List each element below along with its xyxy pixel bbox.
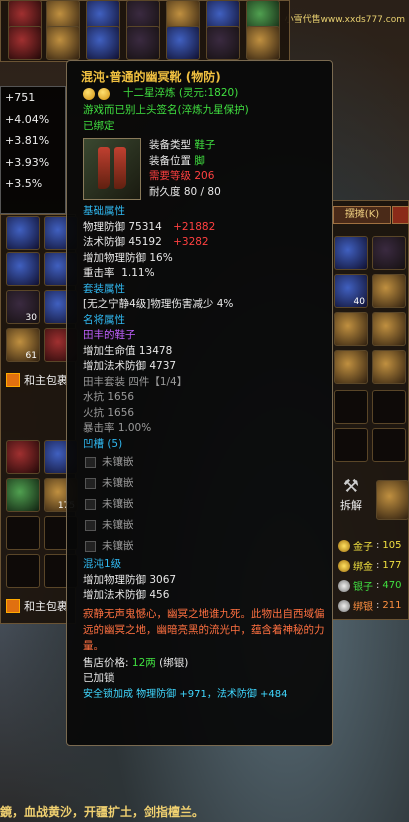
item-slot[interactable] — [6, 554, 40, 588]
hammer-icon: ⚒ — [342, 476, 360, 497]
item-slot[interactable] — [334, 390, 368, 424]
coin-icon — [338, 559, 350, 572]
section-header-slots: 凹槽 (5) — [83, 437, 123, 450]
item-tooltip: 混沌·普通的幽冥靴 (物防) 十二星淬炼 (灵元:1820) 游戏而已别上头签名… — [66, 60, 333, 746]
gem-slot: 未镶嵌 — [83, 494, 324, 515]
item-slot[interactable] — [8, 26, 42, 60]
item-slot[interactable] — [166, 26, 200, 60]
item-slot[interactable] — [334, 312, 368, 346]
item-slot[interactable] — [372, 274, 406, 308]
item-slot[interactable]: 40 — [334, 274, 368, 308]
stat-line: 水抗 1656 — [83, 391, 135, 403]
set-count: 田丰套装 四件【1/4】 — [83, 375, 188, 388]
lore-text: 寂静无声鬼憾心，幽冥之地谁九死。此物出自西域偏远的幽冥之地，幽暗亮黑的流光中，蕴… — [83, 607, 325, 652]
stat-line: 物理防御 75314 +21882 — [83, 220, 216, 233]
empty-socket-icon — [85, 478, 96, 489]
set-line: [无之宁静4级]物理伤害减少 4% — [83, 298, 234, 310]
watermark: 小雪代售www.xxds777.com — [284, 15, 405, 25]
currency-silver: 银子: 470 — [338, 578, 401, 593]
section-header-famous: 名将属性 — [83, 313, 125, 326]
checkbox-icon[interactable] — [6, 373, 20, 387]
coin-icon — [338, 579, 350, 592]
stat-bonus: +3.5% — [5, 177, 43, 190]
item-slot[interactable] — [372, 428, 406, 462]
empty-socket-icon — [85, 457, 96, 468]
stat-line: 重击率 1.11% — [83, 267, 155, 279]
gem-slot: 未镶嵌 — [83, 452, 324, 473]
stat-bonus: +4.04% — [5, 112, 50, 126]
smiley-icon — [98, 88, 110, 100]
split-button[interactable]: ⚒ 拆解 — [334, 476, 368, 513]
stat-line: 增加物理防御 3067 — [83, 573, 177, 586]
item-slot[interactable] — [334, 236, 368, 270]
scroll-banner-text: 鏡，血战黄沙，开疆扩土，剑指檀兰。 — [0, 805, 205, 819]
item-slot[interactable] — [246, 26, 280, 60]
item-slot[interactable] — [372, 390, 406, 424]
stat-bonus: +751 — [5, 91, 36, 104]
tab-button[interactable] — [392, 206, 409, 224]
item-slot[interactable] — [334, 428, 368, 462]
stat-line: 法术防御 45192 +3282 — [83, 236, 209, 248]
item-slot[interactable] — [334, 350, 368, 384]
checkbox-icon[interactable] — [6, 599, 20, 613]
section-header-chaos: 混沌1级 — [83, 558, 122, 570]
empty-socket-icon — [85, 520, 96, 531]
smiley-icon — [83, 88, 95, 100]
stat-line: 增加物理防御 16% — [83, 251, 173, 264]
item-slot[interactable]: 61 — [6, 328, 40, 362]
lock-status: 已加锁 — [83, 672, 115, 684]
gem-slot: 未镶嵌 — [83, 515, 324, 536]
stat-line: 暴击率 1.00% — [83, 422, 152, 434]
coin-icon — [338, 599, 350, 612]
section-header-set: 套装属性 — [83, 282, 125, 295]
bag-checkbox-2[interactable]: 和主包裹 — [6, 598, 68, 614]
signature-line: 游戏而已别上头签名(淬炼九星保护) — [83, 104, 249, 116]
gem-slot: 未镶嵌 — [83, 473, 324, 494]
empty-socket-icon — [85, 499, 96, 510]
sell-price: 售店价格: 12两 (绑银) — [83, 656, 189, 669]
famous-name: 田丰的鞋子 — [83, 329, 136, 341]
attribute-bonus-panel: +751 +4.04% +3.81% +3.93% +3.5% — [0, 86, 66, 214]
stall-button[interactable]: 摆摊(K) — [333, 206, 391, 224]
gem-slot: 未镶嵌 — [83, 536, 324, 557]
coin-icon — [338, 539, 350, 552]
stat-line: 火抗 1656 — [83, 406, 135, 419]
stat-line: 增加法术防御 4737 — [83, 360, 177, 372]
temper-level: 十二星淬炼 (灵元:1820) — [123, 87, 239, 100]
item-slot[interactable] — [206, 26, 240, 60]
item-slot[interactable] — [372, 312, 406, 346]
empty-socket-icon — [85, 541, 96, 552]
item-slot[interactable] — [6, 252, 40, 286]
item-slot[interactable] — [372, 236, 406, 270]
stat-bonus: +3.93% — [5, 155, 50, 169]
item-slot[interactable] — [86, 26, 120, 60]
stat-bonus: +3.81% — [5, 134, 50, 147]
currency-bound-gold: 绑金: 177 — [338, 558, 401, 573]
stat-line: 增加生命值 13478 — [83, 344, 173, 357]
currency-bound-silver: 绑银: 211 — [338, 598, 401, 613]
boots-icon — [83, 138, 141, 200]
item-slot[interactable] — [372, 350, 406, 384]
star-row: 十二星淬炼 (灵元:1820) — [83, 85, 324, 103]
item-slot[interactable] — [6, 478, 40, 512]
item-slot[interactable] — [126, 26, 160, 60]
bag-checkbox-1[interactable]: 和主包裹 — [6, 372, 68, 388]
item-slot[interactable]: 30 — [6, 290, 40, 324]
item-properties: 装备类型 鞋子 装备位置 脚 需要等级 206 耐久度 80 / 80 — [149, 139, 221, 198]
item-title: 混沌·普通的幽冥靴 (物防) — [81, 70, 221, 84]
section-header-base: 基础属性 — [83, 205, 125, 217]
currency-gold: 金子: 105 — [338, 538, 401, 553]
item-slot[interactable] — [376, 480, 409, 520]
bound-status: 已绑定 — [83, 119, 115, 132]
item-header: 装备类型 鞋子 装备位置 脚 需要等级 206 耐久度 80 / 80 — [83, 138, 324, 204]
item-slot[interactable] — [6, 216, 40, 250]
item-slot[interactable] — [46, 26, 80, 60]
item-slot[interactable] — [6, 516, 40, 550]
stat-line: 增加法术防御 456 — [83, 589, 170, 601]
lock-bonus: 安全锁加成 物理防御 +971，法术防御 +484 — [83, 688, 288, 700]
item-slot[interactable] — [6, 440, 40, 474]
